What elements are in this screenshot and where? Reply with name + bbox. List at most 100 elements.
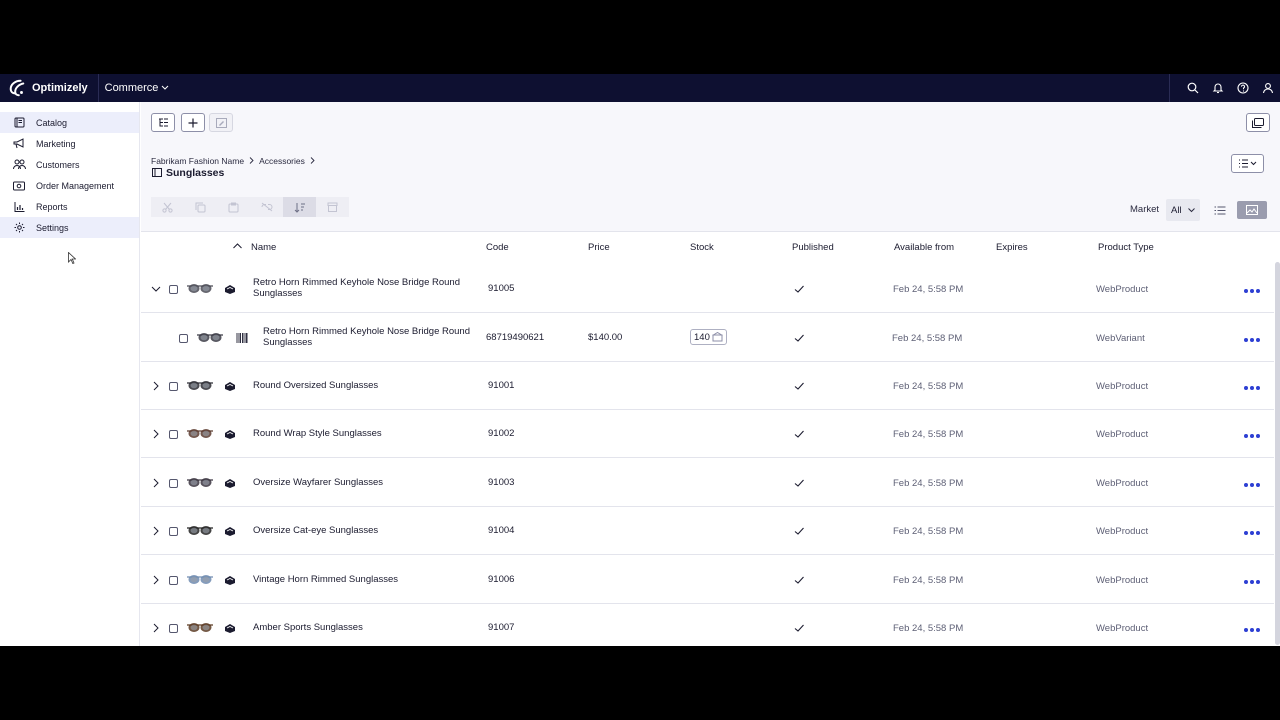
unlink-button[interactable] (250, 197, 283, 217)
table-row[interactable]: Oversize Wayfarer Sunglasses 91003 Feb 24,… (141, 459, 1274, 507)
market-select-value: All (1171, 204, 1182, 216)
breadcrumb-item[interactable]: Fabrikam Fashion Name (151, 156, 244, 166)
stock-badge[interactable]: 140 (690, 329, 727, 345)
unlink-icon (261, 202, 272, 212)
column-header-product-type[interactable]: Product Type (1098, 242, 1154, 253)
sidebar-item-catalog[interactable]: Catalog (0, 112, 139, 133)
more-actions-icon[interactable] (1243, 335, 1261, 342)
available-from: Feb 24, 5:58 PM (893, 478, 964, 489)
table-row[interactable]: Round Oversized Sunglasses 91001 Feb 24, 5… (141, 362, 1274, 410)
help-button[interactable] (1230, 74, 1255, 102)
published-check-icon (793, 380, 805, 392)
product-icon (224, 525, 236, 537)
product-type: WebProduct (1096, 284, 1149, 295)
paste-button[interactable] (217, 197, 250, 217)
column-header-price[interactable]: Price (588, 242, 610, 253)
product-name[interactable]: Amber Sports Sunglasses (253, 622, 473, 633)
chevron-right-icon[interactable] (151, 623, 161, 633)
row-checkbox[interactable] (169, 479, 178, 488)
sidebar-item-settings[interactable]: Settings (0, 217, 139, 238)
chevron-right-icon[interactable] (151, 429, 161, 439)
chevron-right-icon (249, 156, 254, 166)
market-select[interactable]: All (1166, 199, 1200, 221)
table-row[interactable]: Retro Horn Rimmed Keyhole Nose Bridge Ro… (141, 314, 1274, 362)
row-checkbox[interactable] (169, 527, 178, 536)
sidebar-item-marketing[interactable]: Marketing (0, 133, 139, 154)
column-header-code[interactable]: Code (486, 242, 509, 253)
cut-button[interactable] (151, 197, 184, 217)
published-check-icon (793, 332, 805, 344)
table-row[interactable]: Amber Sports Sunglasses 91007 Feb 24, 5:58… (141, 604, 1274, 646)
notifications-button[interactable] (1205, 74, 1230, 102)
sort-button[interactable] (283, 197, 316, 217)
view-options-button[interactable] (1231, 154, 1264, 173)
edit-button[interactable] (209, 113, 233, 132)
product-name[interactable]: Oversize Wayfarer Sunglasses (253, 477, 473, 488)
chevron-right-icon[interactable] (151, 478, 161, 488)
archive-button[interactable] (316, 197, 349, 217)
copy-button[interactable] (184, 197, 217, 217)
product-name[interactable]: Round Oversized Sunglasses (253, 380, 473, 391)
product-name[interactable]: Round Wrap Style Sunglasses (253, 428, 473, 439)
add-button[interactable] (181, 113, 205, 132)
row-checkbox[interactable] (179, 334, 188, 343)
catalog-node-icon (152, 168, 162, 177)
row-checkbox[interactable] (169, 382, 178, 391)
column-header-available-from[interactable]: Available from (894, 242, 954, 253)
people-icon (12, 158, 26, 172)
available-from: Feb 24, 5:58 PM (893, 623, 964, 634)
product-code: 91003 (488, 477, 515, 488)
product-icon (224, 622, 236, 634)
sidebar-item-customers[interactable]: Customers (0, 154, 139, 175)
column-header-stock[interactable]: Stock (690, 242, 714, 253)
tree-view-button[interactable] (151, 113, 175, 132)
chevron-right-icon[interactable] (151, 575, 161, 585)
table-row[interactable]: Vintage Horn Rimmed Sunglasses 91006 Feb 2… (141, 556, 1274, 604)
product-name[interactable]: Oversize Cat-eye Sunglasses (253, 525, 473, 536)
more-actions-icon[interactable] (1243, 625, 1261, 632)
folder-icon (1252, 117, 1264, 128)
sidebar-item-reports[interactable]: Reports (0, 196, 139, 217)
chevron-down-icon[interactable] (151, 284, 161, 294)
row-checkbox[interactable] (169, 285, 178, 294)
more-actions-icon[interactable] (1243, 431, 1261, 438)
product-type: WebProduct (1096, 429, 1149, 440)
product-name[interactable]: Retro Horn Rimmed Keyhole Nose Bridge Ro… (263, 326, 483, 348)
product-thumbnail (186, 475, 214, 489)
table-row[interactable]: Oversize Cat-eye Sunglasses 91004 Feb 24, … (141, 507, 1274, 555)
page-title: Sunglasses (152, 167, 224, 179)
brand-name: Optimizely (32, 82, 88, 94)
product-name[interactable]: Retro Horn Rimmed Keyhole Nose Bridge Ro… (253, 277, 473, 299)
thumbnail-view-button[interactable] (1237, 201, 1267, 219)
more-actions-icon[interactable] (1243, 528, 1261, 535)
assets-pane-button[interactable] (1246, 113, 1270, 132)
column-header-published[interactable]: Published (792, 242, 834, 253)
table-row[interactable]: Round Wrap Style Sunglasses 91002 Feb 24, … (141, 410, 1274, 458)
column-header-expires[interactable]: Expires (996, 242, 1028, 253)
column-header-name[interactable]: Name (251, 242, 276, 253)
brand-logo[interactable]: Optimizely (0, 74, 99, 102)
product-name[interactable]: Vintage Horn Rimmed Sunglasses (253, 574, 473, 585)
sidebar-item-order-management[interactable]: Order Management (0, 175, 139, 196)
more-actions-icon[interactable] (1243, 480, 1261, 487)
more-actions-icon[interactable] (1243, 577, 1261, 584)
more-actions-icon[interactable] (1243, 286, 1261, 293)
app-switcher[interactable]: Commerce (99, 82, 176, 94)
vertical-scrollbar[interactable] (1275, 262, 1280, 645)
chevron-right-icon[interactable] (151, 381, 161, 391)
table-row[interactable]: Retro Horn Rimmed Keyhole Nose Bridge Ro… (141, 265, 1274, 313)
tree-icon (158, 118, 168, 126)
cash-icon (12, 179, 26, 193)
row-checkbox[interactable] (169, 430, 178, 439)
chevron-right-icon[interactable] (151, 526, 161, 536)
sidebar-item-label: Order Management (36, 180, 115, 191)
list-view-button[interactable] (1205, 201, 1235, 219)
edit-toolbar (151, 197, 349, 217)
search-button[interactable] (1180, 74, 1205, 102)
user-button[interactable] (1255, 74, 1280, 102)
more-actions-icon[interactable] (1243, 383, 1261, 390)
breadcrumb-item[interactable]: Accessories (259, 156, 305, 166)
row-checkbox[interactable] (169, 624, 178, 633)
sort-ascending-icon[interactable] (233, 241, 242, 252)
row-checkbox[interactable] (169, 576, 178, 585)
